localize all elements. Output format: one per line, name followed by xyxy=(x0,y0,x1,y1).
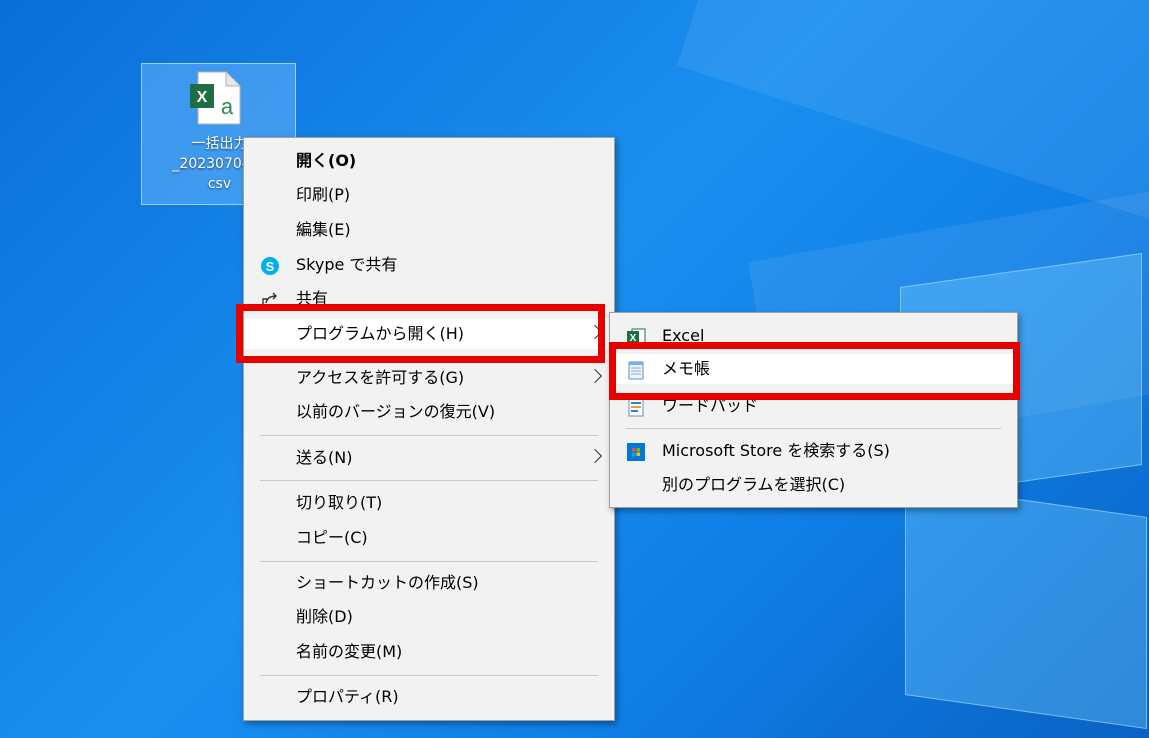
menu-item-label: プロパティ(R) xyxy=(296,687,399,706)
menu-item-restore-versions[interactable]: 以前のバージョンの復元(V) xyxy=(244,397,614,427)
excel-csv-file-icon: X a xyxy=(190,71,241,125)
menu-item-label: Skype で共有 xyxy=(296,255,398,274)
menu-item-copy[interactable]: コピー(C) xyxy=(244,523,614,553)
menu-item-label: ショートカットの作成(S) xyxy=(296,573,479,592)
highlight-box-open-with xyxy=(236,304,605,363)
menu-separator xyxy=(260,561,598,562)
menu-item-label: コピー(C) xyxy=(296,528,368,547)
menu-separator xyxy=(626,428,1001,429)
menu-item-rename[interactable]: 名前の変更(M) xyxy=(244,637,614,667)
menu-item-label: 開く(O) xyxy=(296,151,357,170)
submenu-item-microsoft-store[interactable]: Microsoft Store を検索する(S) xyxy=(610,436,1017,466)
submenu-item-label: 別のプログラムを選択(C) xyxy=(662,475,846,494)
menu-item-label: 編集(E) xyxy=(296,220,351,239)
svg-text:X: X xyxy=(197,89,208,106)
menu-separator xyxy=(260,435,598,436)
menu-item-properties[interactable]: プロパティ(R) xyxy=(244,682,614,712)
menu-item-edit[interactable]: 編集(E) xyxy=(244,215,614,245)
menu-item-print[interactable]: 印刷(P) xyxy=(244,180,614,210)
menu-item-skype-share[interactable]: S Skype で共有 xyxy=(244,250,614,280)
store-icon xyxy=(627,443,645,461)
menu-item-label: 削除(D) xyxy=(296,607,353,626)
menu-item-label: 以前のバージョンの復元(V) xyxy=(296,402,496,421)
menu-item-label: 切り取り(T) xyxy=(296,493,383,512)
highlight-box-notepad xyxy=(609,342,1020,400)
context-menu: 開く(O) 印刷(P) 編集(E) S Skype で共有 共有 プログラムから… xyxy=(243,137,615,721)
menu-item-send-to[interactable]: 送る(N) xyxy=(244,443,614,473)
submenu-item-label: Microsoft Store を検索する(S) xyxy=(662,441,890,460)
skype-icon: S xyxy=(261,257,279,275)
menu-item-cut[interactable]: 切り取り(T) xyxy=(244,488,614,518)
wordpad-icon xyxy=(628,398,644,417)
menu-item-label: 送る(N) xyxy=(296,448,353,467)
menu-item-open[interactable]: 開く(O) xyxy=(244,146,614,176)
menu-item-delete[interactable]: 削除(D) xyxy=(244,602,614,632)
svg-text:a: a xyxy=(221,94,234,119)
submenu-item-choose-another-app[interactable]: 別のプログラムを選択(C) xyxy=(610,470,1017,500)
menu-item-label: アクセスを許可する(G) xyxy=(296,368,465,387)
windows-logo-pane xyxy=(905,482,1147,730)
menu-item-give-access[interactable]: アクセスを許可する(G) xyxy=(244,363,614,393)
svg-text:S: S xyxy=(266,259,275,274)
menu-item-create-shortcut[interactable]: ショートカットの作成(S) xyxy=(244,568,614,598)
menu-item-label: 印刷(P) xyxy=(296,185,351,204)
menu-separator xyxy=(260,675,598,676)
chevron-right-icon xyxy=(587,368,603,384)
chevron-right-icon xyxy=(587,448,603,464)
menu-item-label: 名前の変更(M) xyxy=(296,642,403,661)
menu-separator xyxy=(260,480,598,481)
